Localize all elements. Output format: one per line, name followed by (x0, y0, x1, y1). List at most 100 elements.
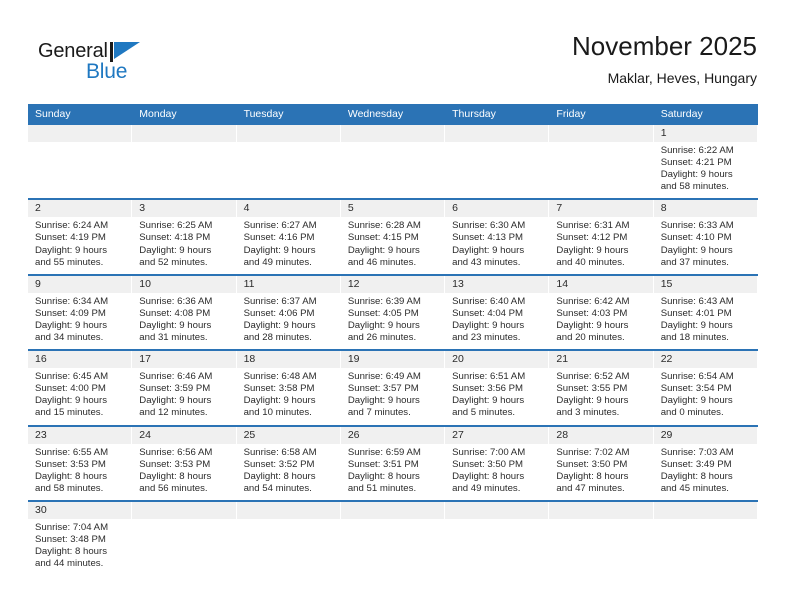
daylight-text-line1: Daylight: 9 hours (452, 319, 525, 331)
daylight-text-line2: and 43 minutes. (452, 256, 521, 268)
calendar-day-cell-empty (132, 125, 237, 199)
calendar-day-cell-empty (340, 501, 446, 576)
logo-text-general: General (38, 40, 108, 62)
weekday-header-wednesday: Wednesday (347, 108, 404, 120)
sunset-text: Sunset: 4:03 PM (556, 307, 628, 319)
calendar-day-cell[interactable]: 27 Sunrise: 7:00 AM Sunset: 3:50 PM Dayligh… (445, 426, 550, 500)
day-details (445, 142, 549, 190)
calendar-day-cell[interactable]: 15 Sunrise: 6:43 AM Sunset: 4:01 PM Dayligh… (653, 275, 758, 350)
calendar-day-cell[interactable]: 16 Sunrise: 6:45 AM Sunset: 4:00 PM Dayligh… (28, 351, 133, 425)
day-details: Sunrise: 6:24 AM Sunset: 4:19 PM Daylight:… (28, 217, 132, 273)
day-number: 4 (236, 200, 341, 218)
day-number: 12 (340, 275, 446, 293)
daylight-text-line1: Daylight: 9 hours (139, 395, 212, 407)
calendar-day-cell[interactable]: 13 Sunrise: 6:40 AM Sunset: 4:04 PM Dayligh… (445, 275, 550, 350)
calendar-day-cell[interactable]: 23 Sunrise: 6:55 AM Sunset: 3:53 PM Dayligh… (28, 426, 133, 500)
weekday-header-sunday: Sunday (35, 108, 71, 120)
calendar-day-cell[interactable]: 26 Sunrise: 6:59 AM Sunset: 3:51 PM Dayligh… (340, 426, 446, 500)
calendar-day-cell[interactable]: 18 Sunrise: 6:48 AM Sunset: 3:58 PM Dayligh… (236, 351, 341, 425)
calendar-day-cell[interactable]: 6 Sunrise: 6:30 AM Sunset: 4:13 PM Daylight… (445, 200, 550, 274)
calendar-day-cell[interactable]: 17 Sunrise: 6:46 AM Sunset: 3:59 PM Dayligh… (132, 351, 237, 425)
daylight-text-line1: Daylight: 9 hours (35, 395, 107, 407)
calendar-day-cell[interactable]: 29 Sunrise: 7:03 AM Sunset: 3:49 PM Dayligh… (653, 426, 758, 500)
sunrise-text: Sunrise: 7:04 AM (35, 521, 109, 533)
sunrise-text: Sunrise: 6:45 AM (35, 371, 109, 383)
day-number: 9 (28, 275, 133, 293)
day-details: Sunrise: 6:46 AM Sunset: 3:59 PM Daylight:… (132, 368, 236, 424)
daylight-text-line2: and 23 minutes. (452, 332, 521, 344)
calendar-day-cell[interactable]: 30 Sunrise: 7:04 AM Sunset: 3:48 PM Dayligh… (28, 501, 133, 576)
day-details (237, 519, 341, 575)
calendar-day-cell[interactable]: 4 Sunrise: 6:27 AM Sunset: 4:16 PM Daylight… (236, 200, 341, 274)
sunset-text: Sunset: 4:13 PM (452, 232, 524, 244)
day-number (236, 125, 341, 142)
calendar-day-cell[interactable]: 19 Sunrise: 6:49 AM Sunset: 3:57 PM Dayligh… (340, 351, 446, 425)
calendar-day-cell[interactable]: 3 Sunrise: 6:25 AM Sunset: 4:18 PM Daylight… (132, 200, 237, 274)
calendar-day-cell[interactable]: 21 Sunrise: 6:52 AM Sunset: 3:55 PM Dayligh… (549, 351, 654, 425)
daylight-text-line1: Daylight: 8 hours (556, 470, 629, 482)
calendar-day-cell[interactable]: 28 Sunrise: 7:02 AM Sunset: 3:50 PM Dayligh… (549, 426, 654, 500)
calendar-day-cell[interactable]: 9 Sunrise: 6:34 AM Sunset: 4:09 PM Daylight… (28, 275, 133, 350)
day-details: Sunrise: 6:51 AM Sunset: 3:56 PM Daylight:… (445, 368, 549, 424)
day-details: Sunrise: 6:43 AM Sunset: 4:01 PM Daylight:… (654, 293, 758, 349)
calendar-day-cell[interactable]: 5 Sunrise: 6:28 AM Sunset: 4:15 PM Daylight… (340, 200, 446, 274)
day-number: 23 (28, 426, 133, 444)
day-number: 11 (236, 275, 341, 293)
day-details: Sunrise: 6:54 AM Sunset: 3:54 PM Daylight:… (654, 368, 758, 424)
sunset-text: Sunset: 4:04 PM (452, 307, 524, 319)
sunset-text: Sunset: 3:50 PM (556, 458, 628, 470)
day-number: 6 (445, 200, 550, 218)
day-number (549, 501, 654, 519)
daylight-text-line2: and 40 minutes. (556, 256, 625, 268)
day-number: 26 (340, 426, 446, 444)
day-details: Sunrise: 7:02 AM Sunset: 3:50 PM Daylight:… (549, 444, 653, 500)
day-details: Sunrise: 6:40 AM Sunset: 4:04 PM Daylight:… (445, 293, 549, 349)
daylight-text-line1: Daylight: 9 hours (556, 395, 629, 407)
page-title: November 2025 (572, 31, 757, 61)
calendar-day-cell[interactable]: 10 Sunrise: 6:36 AM Sunset: 4:08 PM Dayligh… (132, 275, 237, 350)
calendar-day-cell[interactable]: 22 Sunrise: 6:54 AM Sunset: 3:54 PM Dayligh… (653, 351, 758, 425)
calendar-day-cell[interactable]: 12 Sunrise: 6:39 AM Sunset: 4:05 PM Dayligh… (340, 275, 446, 350)
daylight-text-line1: Daylight: 9 hours (347, 395, 420, 407)
sunrise-text: Sunrise: 6:40 AM (452, 295, 526, 307)
sunrise-text: Sunrise: 6:54 AM (660, 371, 734, 383)
calendar-day-cell[interactable]: 24 Sunrise: 6:56 AM Sunset: 3:53 PM Dayligh… (132, 426, 237, 500)
calendar-day-cell[interactable]: 2 Sunrise: 6:24 AM Sunset: 4:19 PM Daylight… (28, 200, 133, 274)
calendar-day-cell-empty (236, 125, 341, 199)
daylight-text-line2: and 0 minutes. (660, 407, 724, 419)
daylight-text-line1: Daylight: 8 hours (35, 546, 107, 558)
calendar-day-cell[interactable]: 8 Sunrise: 6:33 AM Sunset: 4:10 PM Daylight… (653, 200, 758, 274)
calendar-day-cell[interactable]: 20 Sunrise: 6:51 AM Sunset: 3:56 PM Dayligh… (445, 351, 550, 425)
day-number: 18 (236, 351, 341, 369)
calendar-week-row: 23 Sunrise: 6:55 AM Sunset: 3:53 PM Dayligh… (28, 424, 758, 500)
calendar-day-cell[interactable]: 1 Sunrise: 6:22 AM Sunset: 4:21 PM Daylight… (653, 125, 758, 199)
general-blue-logo[interactable]: General Blue (38, 40, 168, 88)
weekday-header-monday: Monday (139, 108, 177, 120)
calendar-day-cell[interactable]: 7 Sunrise: 6:31 AM Sunset: 4:12 PM Daylight… (549, 200, 654, 274)
day-details: Sunrise: 6:27 AM Sunset: 4:16 PM Daylight:… (237, 217, 341, 273)
weekday-header-row: Sunday Monday Tuesday Wednesday Thursday Frid… (28, 104, 758, 125)
sunrise-text: Sunrise: 6:55 AM (35, 446, 109, 458)
day-details (237, 142, 341, 190)
sunset-text: Sunset: 3:56 PM (452, 383, 524, 395)
calendar-day-cell[interactable]: 25 Sunrise: 6:58 AM Sunset: 3:52 PM Dayligh… (236, 426, 341, 500)
calendar-grid: Sunday Monday Tuesday Wednesday Thursday Frid… (28, 104, 758, 576)
daylight-text-line1: Daylight: 9 hours (243, 319, 316, 331)
day-details: Sunrise: 6:34 AM Sunset: 4:09 PM Daylight:… (28, 293, 132, 349)
daylight-text-line2: and 31 minutes. (139, 332, 208, 344)
daylight-text-line2: and 52 minutes. (139, 256, 208, 268)
calendar-day-cell[interactable]: 11 Sunrise: 6:37 AM Sunset: 4:06 PM Dayligh… (236, 275, 341, 350)
day-number: 15 (653, 275, 758, 293)
calendar-week-row: 16 Sunrise: 6:45 AM Sunset: 4:00 PM Dayligh… (28, 349, 758, 425)
sunset-text: Sunset: 4:08 PM (139, 307, 211, 319)
daylight-text-line1: Daylight: 8 hours (347, 470, 420, 482)
daylight-text-line2: and 5 minutes. (452, 407, 516, 419)
calendar-day-cell-empty (236, 501, 341, 576)
sunset-text: Sunset: 3:53 PM (35, 458, 106, 470)
daylight-text-line2: and 58 minutes. (35, 482, 104, 494)
daylight-text-line2: and 58 minutes. (660, 181, 729, 193)
day-details (132, 519, 236, 575)
daylight-text-line1: Daylight: 9 hours (556, 319, 629, 331)
day-number: 30 (28, 501, 133, 519)
calendar-day-cell[interactable]: 14 Sunrise: 6:42 AM Sunset: 4:03 PM Dayligh… (549, 275, 654, 350)
